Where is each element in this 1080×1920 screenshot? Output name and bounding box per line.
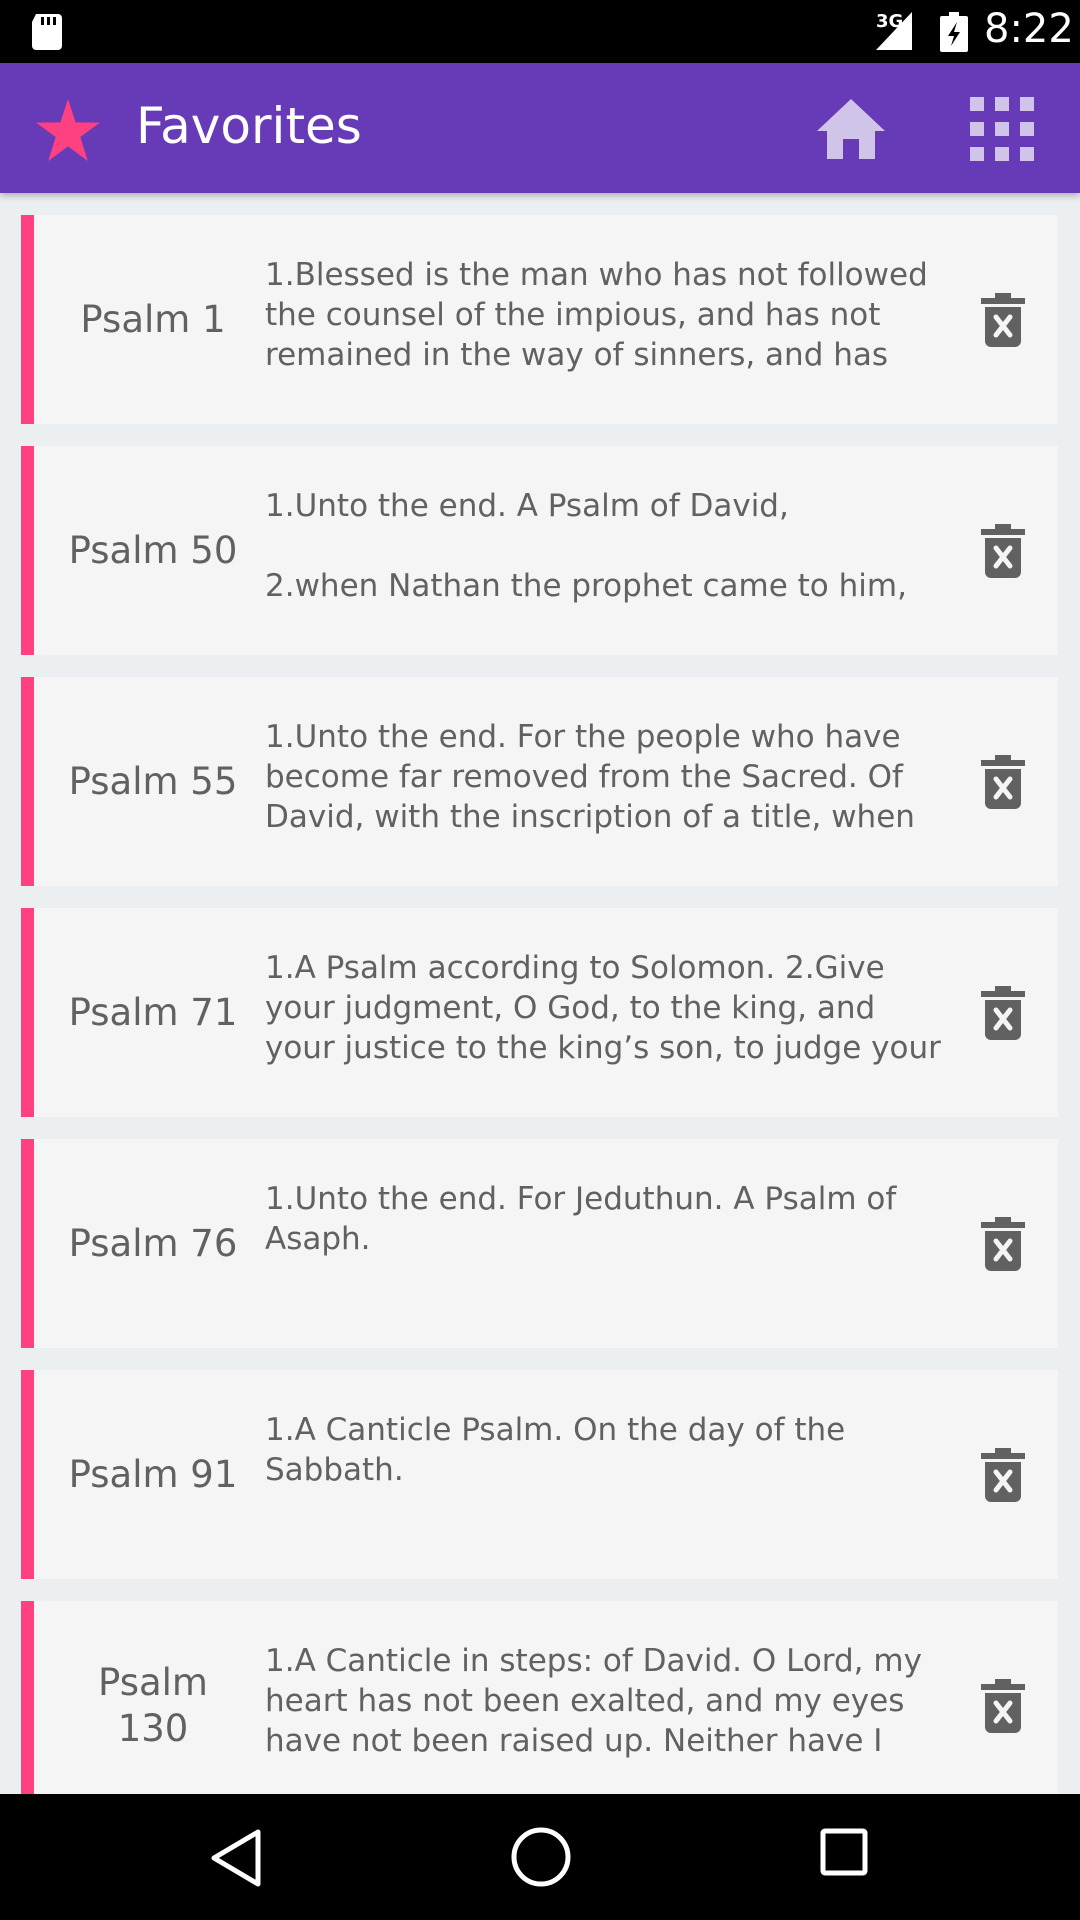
psalm-label: Psalm 130 bbox=[34, 1601, 272, 1794]
psalm-label-text: Psalm 1 bbox=[80, 297, 226, 341]
battery-icon bbox=[940, 12, 968, 52]
psalm-label-text: Psalm 50 bbox=[68, 528, 238, 572]
delete-icon[interactable] bbox=[981, 1448, 1025, 1502]
verse-preview: 1.Unto the end. A Psalm of David, 2.when… bbox=[265, 488, 907, 604]
home-circle-icon[interactable] bbox=[510, 1826, 572, 1888]
verse-preview: 1.Unto the end. For Jeduthun. A Psalm of… bbox=[265, 1181, 897, 1257]
psalm-label-text: Psalm 76 bbox=[68, 1221, 238, 1265]
favorite-card[interactable]: Psalm 76 1.Unto the end. For Jeduthun. A… bbox=[21, 1139, 1058, 1348]
psalm-label: Psalm 1 bbox=[34, 215, 272, 424]
clock: 8:22 bbox=[984, 6, 1074, 52]
navigation-bar bbox=[0, 1794, 1080, 1920]
page-title: Favorites bbox=[136, 97, 362, 155]
verse-preview: 1.Unto the end. For the people who have … bbox=[265, 719, 915, 835]
psalm-label: Psalm 91 bbox=[34, 1370, 272, 1579]
back-icon[interactable] bbox=[208, 1828, 264, 1888]
psalm-label-text: Psalm 130 bbox=[98, 1660, 208, 1750]
favorite-card[interactable]: Psalm 55 1.Unto the end. For the people … bbox=[21, 677, 1058, 886]
recent-apps-icon[interactable] bbox=[820, 1828, 868, 1876]
delete-icon[interactable] bbox=[981, 986, 1025, 1040]
psalm-label: Psalm 50 bbox=[34, 446, 272, 655]
favorite-card[interactable]: Psalm 130 1.A Canticle in steps: of Davi… bbox=[21, 1601, 1058, 1794]
home-icon[interactable] bbox=[815, 93, 887, 165]
accent-stripe bbox=[21, 908, 34, 1117]
app-bar: Favorites bbox=[0, 63, 1080, 193]
favorite-card[interactable]: Psalm 91 1.A Canticle Psalm. On the day … bbox=[21, 1370, 1058, 1579]
verse-preview: 1.A Canticle Psalm. On the day of the Sa… bbox=[265, 1412, 846, 1488]
star-icon bbox=[36, 99, 100, 161]
grid-icon[interactable] bbox=[970, 97, 1034, 161]
delete-icon[interactable] bbox=[981, 755, 1025, 809]
delete-icon[interactable] bbox=[981, 524, 1025, 578]
favorites-list[interactable]: Psalm 1 1.Blessed is the man who has not… bbox=[0, 193, 1080, 1794]
psalm-label: Psalm 55 bbox=[34, 677, 272, 886]
accent-stripe bbox=[21, 1601, 34, 1794]
favorite-card[interactable]: Psalm 50 1.Unto the end. A Psalm of Davi… bbox=[21, 446, 1058, 655]
delete-icon[interactable] bbox=[981, 1679, 1025, 1733]
accent-stripe bbox=[21, 446, 34, 655]
delete-icon[interactable] bbox=[981, 293, 1025, 347]
psalm-label-text: Psalm 55 bbox=[68, 759, 238, 803]
favorite-card[interactable]: Psalm 1 1.Blessed is the man who has not… bbox=[21, 215, 1058, 424]
psalm-label: Psalm 76 bbox=[34, 1139, 272, 1348]
favorite-card[interactable]: Psalm 71 1.A Psalm according to Solomon.… bbox=[21, 908, 1058, 1117]
verse-preview: 1.A Canticle in steps: of David. O Lord,… bbox=[265, 1643, 922, 1759]
status-bar: 3G 8:22 bbox=[0, 0, 1080, 63]
network-type: 3G bbox=[876, 11, 904, 32]
psalm-label-text: Psalm 71 bbox=[68, 990, 238, 1034]
psalm-label-text: Psalm 91 bbox=[68, 1452, 238, 1496]
accent-stripe bbox=[21, 215, 34, 424]
sd-card-icon bbox=[32, 14, 62, 50]
verse-preview: 1.A Psalm according to Solomon. 2.Give y… bbox=[265, 950, 941, 1066]
accent-stripe bbox=[21, 1370, 34, 1579]
verse-preview: 1.Blessed is the man who has not followe… bbox=[265, 257, 928, 380]
accent-stripe bbox=[21, 677, 34, 886]
psalm-label: Psalm 71 bbox=[34, 908, 272, 1117]
accent-stripe bbox=[21, 1139, 34, 1348]
delete-icon[interactable] bbox=[981, 1217, 1025, 1271]
